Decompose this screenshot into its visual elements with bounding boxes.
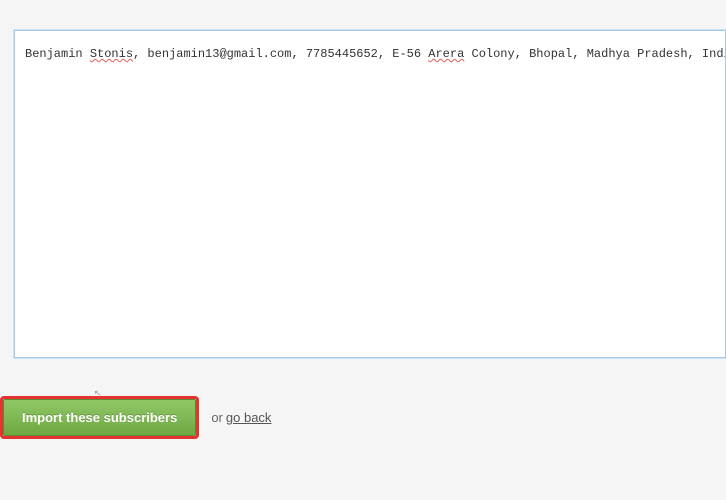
text-segment: , benjamin13@gmail.com, 7785445652, E-56 [133, 47, 428, 61]
text-segment: Colony, Bhopal, Madhya Pradesh, India, T… [464, 47, 726, 61]
highlight-frame: Import these subscribers [0, 396, 199, 439]
text-segment: Benjamin [25, 47, 90, 61]
go-back-link[interactable]: go back [226, 410, 272, 425]
subscriber-textarea[interactable]: Benjamin Stonis, benjamin13@gmail.com, 7… [14, 30, 726, 358]
action-row: Import these subscribers or go back [0, 396, 271, 439]
spellcheck-word-stonis: Stonis [90, 47, 133, 61]
import-subscribers-button[interactable]: Import these subscribers [3, 399, 196, 436]
spellcheck-word-arera: Arera [428, 47, 464, 61]
textarea-content: Benjamin Stonis, benjamin13@gmail.com, 7… [15, 31, 725, 77]
or-text: or [211, 410, 223, 425]
